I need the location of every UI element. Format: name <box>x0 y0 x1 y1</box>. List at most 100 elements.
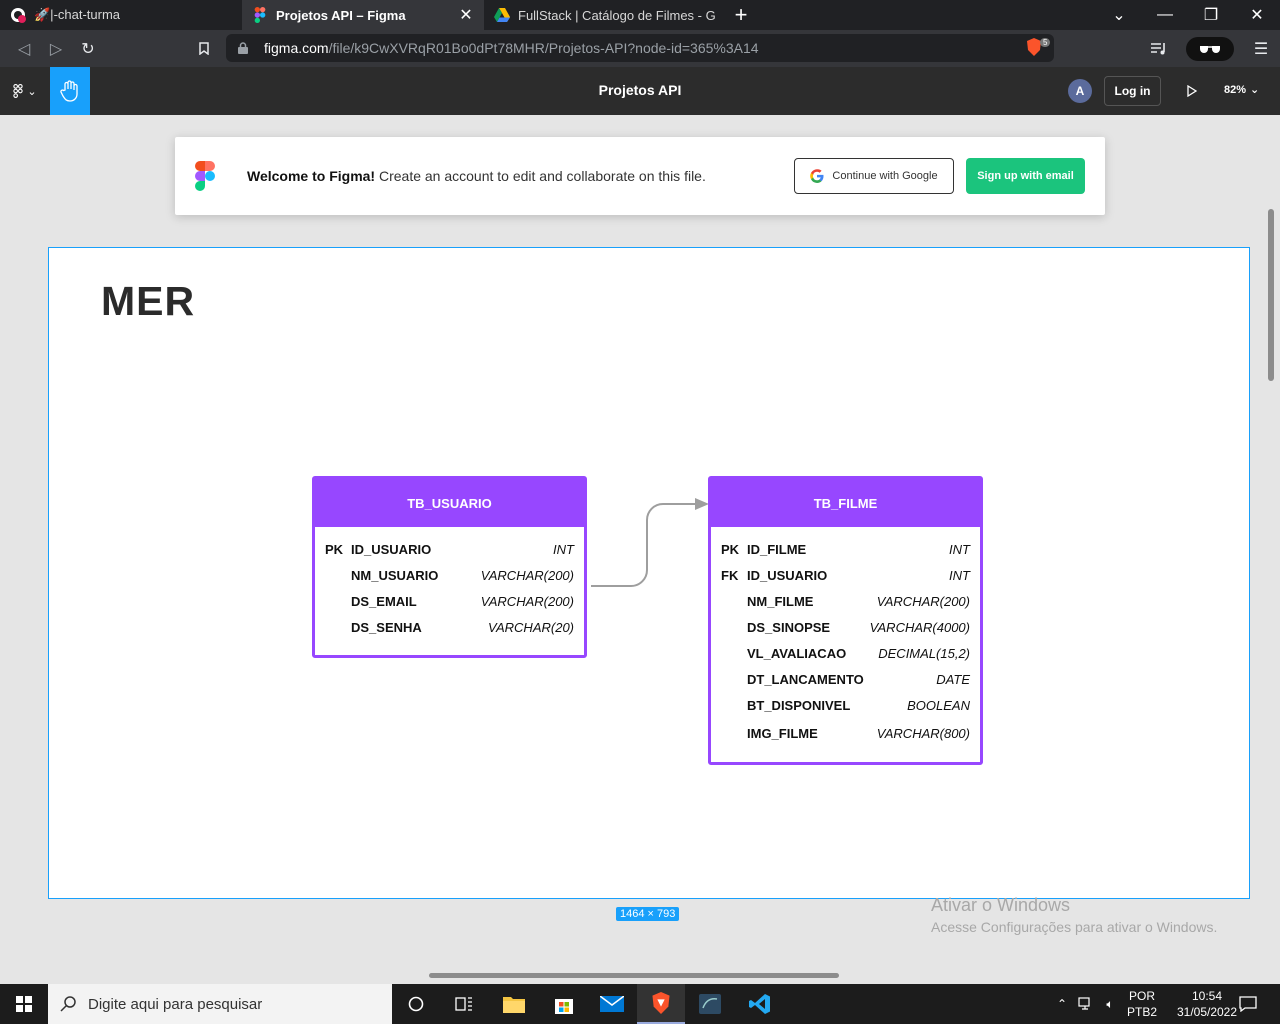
url-path: /file/k9CwXVRqR01Bo0dPt78MHR/Projetos-AP… <box>328 40 759 56</box>
menu-icon[interactable]: ☰ <box>1242 34 1280 64</box>
cortana-icon[interactable] <box>392 984 440 1024</box>
tab-title: 🚀|-chat-turma <box>34 7 121 22</box>
start-button[interactable] <box>0 984 48 1024</box>
close-icon[interactable]: ✕ <box>458 5 474 25</box>
zoom-dropdown[interactable]: 82% ⌄ <box>1224 83 1259 97</box>
back-icon[interactable]: ◁ <box>8 33 40 65</box>
figma-icon <box>252 7 268 23</box>
table-row: IMG_FILME VARCHAR(800) <box>711 722 980 748</box>
close-window-icon[interactable]: ✕ <box>1234 0 1280 30</box>
search-placeholder: Digite aqui para pesquisar <box>88 995 263 1013</box>
language-code: POR <box>1128 989 1155 1003</box>
column-type: BOOLEAN <box>907 698 970 713</box>
windows-activation-watermark: Ativar o Windows Acesse Configurações pa… <box>931 895 1217 935</box>
column-type: DECIMAL(15,2) <box>878 646 970 661</box>
welcome-banner: Welcome to Figma! Create an account to e… <box>175 137 1105 215</box>
column-name: DS_SENHA <box>351 620 422 635</box>
table-row: FK ID_USUARIO INT <box>711 564 980 590</box>
table-columns: PK ID_USUARIO INT NM_USUARIO VARCHAR(200… <box>315 527 584 642</box>
zoom-value: 82% <box>1224 83 1247 96</box>
column-type: VARCHAR(200) <box>480 568 574 583</box>
input-language[interactable]: POR PTB2 <box>1122 988 1162 1020</box>
column-name: ID_USUARIO <box>351 542 432 557</box>
window-controls: ⌄ — ❐ ✕ <box>1096 0 1280 30</box>
table-row: PK ID_FILME INT <box>711 538 980 564</box>
sign-up-email-button[interactable]: Sign up with email <box>966 158 1085 194</box>
welcome-description: Create an account to edit and collaborat… <box>375 168 706 184</box>
mer-frame[interactable]: MER TB_USUARIO PK ID_USUARIO INT NM_USUA… <box>48 247 1250 899</box>
task-view-icon[interactable] <box>440 984 488 1024</box>
taskbar-search[interactable]: Digite aqui para pesquisar <box>48 984 392 1024</box>
table-columns: PK ID_FILME INT FK ID_USUARIO INT NM_FIL… <box>711 527 980 748</box>
tab-title: FullStack | Catálogo de Filmes - Googl <box>518 7 716 23</box>
table-tb-usuario[interactable]: TB_USUARIO PK ID_USUARIO INT NM_USUARIO … <box>312 476 587 658</box>
column-type: INT <box>949 542 970 557</box>
present-button[interactable] <box>1180 79 1204 103</box>
table-tb-filme[interactable]: TB_FILME PK ID_FILME INT FK ID_USUARIO I… <box>708 476 983 765</box>
google-drive-icon <box>494 7 510 23</box>
continue-with-google-button[interactable]: Continue with Google <box>794 158 954 194</box>
tab-figma[interactable]: Projetos API – Figma ✕ <box>242 0 484 30</box>
column-name: ID_USUARIO <box>747 568 828 583</box>
canvas[interactable]: Welcome to Figma! Create an account to e… <box>0 115 1280 983</box>
tab-google-drive[interactable]: FullStack | Catálogo de Filmes - Googl <box>484 0 726 30</box>
column-name: NM_USUARIO <box>351 568 439 583</box>
mysql-workbench-icon[interactable] <box>686 984 734 1024</box>
wallet-icon[interactable] <box>1186 36 1234 61</box>
bookmark-icon[interactable] <box>188 33 220 65</box>
system-tray: ⌃ 🔈︎ POR PTB2 10:54 31/05/2022 <box>1050 984 1252 1024</box>
figma-logo-icon <box>195 161 215 191</box>
avatar[interactable]: A <box>1068 79 1092 103</box>
column-key: PK <box>721 542 740 557</box>
keyboard-layout: PTB2 <box>1126 1005 1157 1019</box>
playlist-icon[interactable] <box>1140 34 1178 64</box>
github-icon <box>10 7 26 23</box>
column-key: PK <box>325 542 344 557</box>
forward-icon[interactable]: ▷ <box>40 33 72 65</box>
notification-icon[interactable] <box>1230 984 1266 1024</box>
table-row: DT_LANCAMENTO DATE <box>711 668 980 694</box>
column-name: BT_DISPONIVEL <box>747 698 851 713</box>
brave-browser-icon[interactable] <box>637 984 685 1024</box>
new-tab-button[interactable]: + <box>726 0 756 30</box>
windows-logo-icon <box>16 996 32 1012</box>
chevron-up-icon[interactable]: ⌃ <box>1050 997 1074 1011</box>
table-row: DS_SENHA VARCHAR(20) <box>315 616 584 642</box>
tab-search-icon[interactable]: ⌄ <box>1096 0 1142 30</box>
table-name: TB_USUARIO <box>315 479 584 527</box>
activation-subtitle: Acesse Configurações para ativar o Windo… <box>931 919 1218 935</box>
google-icon <box>810 169 824 183</box>
table-row: NM_FILME VARCHAR(200) <box>711 590 980 616</box>
microsoft-store-icon[interactable] <box>540 984 588 1024</box>
welcome-bold: Welcome to Figma! <box>247 168 376 184</box>
tab-chat-turma[interactable]: 🚀|-chat-turma <box>0 0 242 30</box>
brave-shield-icon[interactable]: 5 <box>1026 38 1051 58</box>
reload-icon[interactable]: ↻ <box>72 33 104 65</box>
restore-icon[interactable]: ❐ <box>1188 0 1234 30</box>
url-field[interactable]: figma.com /file/k9CwXVRqR01Bo0dPt78MHR/P… <box>226 34 1054 62</box>
relationship-connector <box>591 498 709 587</box>
search-icon <box>48 996 88 1012</box>
vertical-scrollbar[interactable] <box>1268 209 1274 381</box>
volume-icon[interactable]: 🔈︎ <box>1098 997 1122 1012</box>
column-type: VARCHAR(200) <box>480 594 574 609</box>
vscode-icon[interactable] <box>736 984 784 1024</box>
horizontal-scrollbar[interactable] <box>429 973 839 978</box>
login-button[interactable]: Log in <box>1104 76 1161 106</box>
address-bar: ◁ ▷ ↻ figma.com /file/k9CwXVRqR01Bo0dPt7… <box>0 30 1280 67</box>
mail-icon[interactable] <box>588 984 636 1024</box>
table-row: NM_USUARIO VARCHAR(200) <box>315 564 584 590</box>
taskbar: Digite aqui para pesquisar ⌃ 🔈︎ POR PTB2… <box>0 984 1280 1024</box>
minimize-icon[interactable]: — <box>1142 0 1188 30</box>
table-row: PK ID_USUARIO INT <box>315 538 584 564</box>
column-name: DS_EMAIL <box>351 594 417 609</box>
network-icon[interactable] <box>1074 997 1098 1011</box>
url-host: figma.com <box>264 40 329 56</box>
lock-icon <box>238 42 252 54</box>
file-explorer-icon[interactable] <box>490 984 538 1024</box>
browser-actions: ☰ <box>1140 30 1280 67</box>
frame-size-badge: 1464 × 793 <box>616 907 680 921</box>
google-button-label: Continue with Google <box>832 170 938 182</box>
activation-title: Ativar o Windows <box>931 895 1071 915</box>
play-icon <box>1187 85 1197 97</box>
